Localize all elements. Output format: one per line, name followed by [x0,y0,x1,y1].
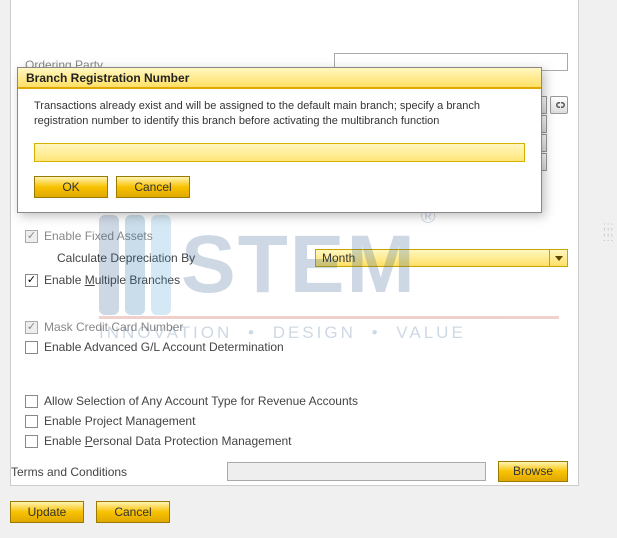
terms-row: Terms and Conditions Browse [11,461,568,482]
bottom-buttons: Update Cancel [10,501,170,523]
section-cc-gl: Mask Credit Card Number Enable Advanced … [25,317,568,357]
dialog-cancel-button[interactable]: Cancel [116,176,190,198]
mask-cc-label: Mask Credit Card Number [44,320,183,334]
enable-pdpm-checkbox[interactable] [25,435,38,448]
adv-gl-checkbox[interactable] [25,341,38,354]
mask-cc-checkbox [25,321,38,334]
window-grip[interactable]: ::::::::: [603,225,617,255]
terms-label: Terms and Conditions [11,465,127,479]
enable-pdpm-label: Enable Personal Data Protection Manageme… [44,434,292,448]
enable-multiple-branches-checkbox[interactable] [25,274,38,287]
calc-depreciation-label: Calculate Depreciation By [57,251,315,265]
link-icon[interactable] [550,96,568,114]
calc-depreciation-select[interactable]: Month [315,249,568,267]
enable-project-mgmt-checkbox[interactable] [25,415,38,428]
section-assets: Enable Fixed Assets Calculate Depreciati… [25,226,568,290]
allow-account-type-checkbox[interactable] [25,395,38,408]
terms-input[interactable] [227,462,486,481]
enable-fixed-assets-label: Enable Fixed Assets [44,229,153,243]
section-misc: Allow Selection of Any Account Type for … [25,391,568,451]
browse-button[interactable]: Browse [498,461,568,482]
allow-account-type-label: Allow Selection of Any Account Type for … [44,394,358,408]
update-button[interactable]: Update [10,501,84,523]
chevron-down-icon [549,250,567,266]
dialog-ok-button[interactable]: OK [34,176,108,198]
cancel-button[interactable]: Cancel [96,501,170,523]
branch-registration-input[interactable] [34,143,525,162]
enable-fixed-assets-checkbox [25,230,38,243]
branch-registration-dialog: Branch Registration Number Transactions … [17,67,542,213]
adv-gl-label: Enable Advanced G/L Account Determinatio… [44,340,284,354]
enable-multiple-branches-label: Enable Multiple Branches [44,273,180,287]
enable-project-mgmt-label: Enable Project Management [44,414,195,428]
calc-depreciation-value: Month [322,251,355,265]
dialog-title: Branch Registration Number [18,68,541,89]
dialog-message: Transactions already exist and will be a… [34,99,525,129]
